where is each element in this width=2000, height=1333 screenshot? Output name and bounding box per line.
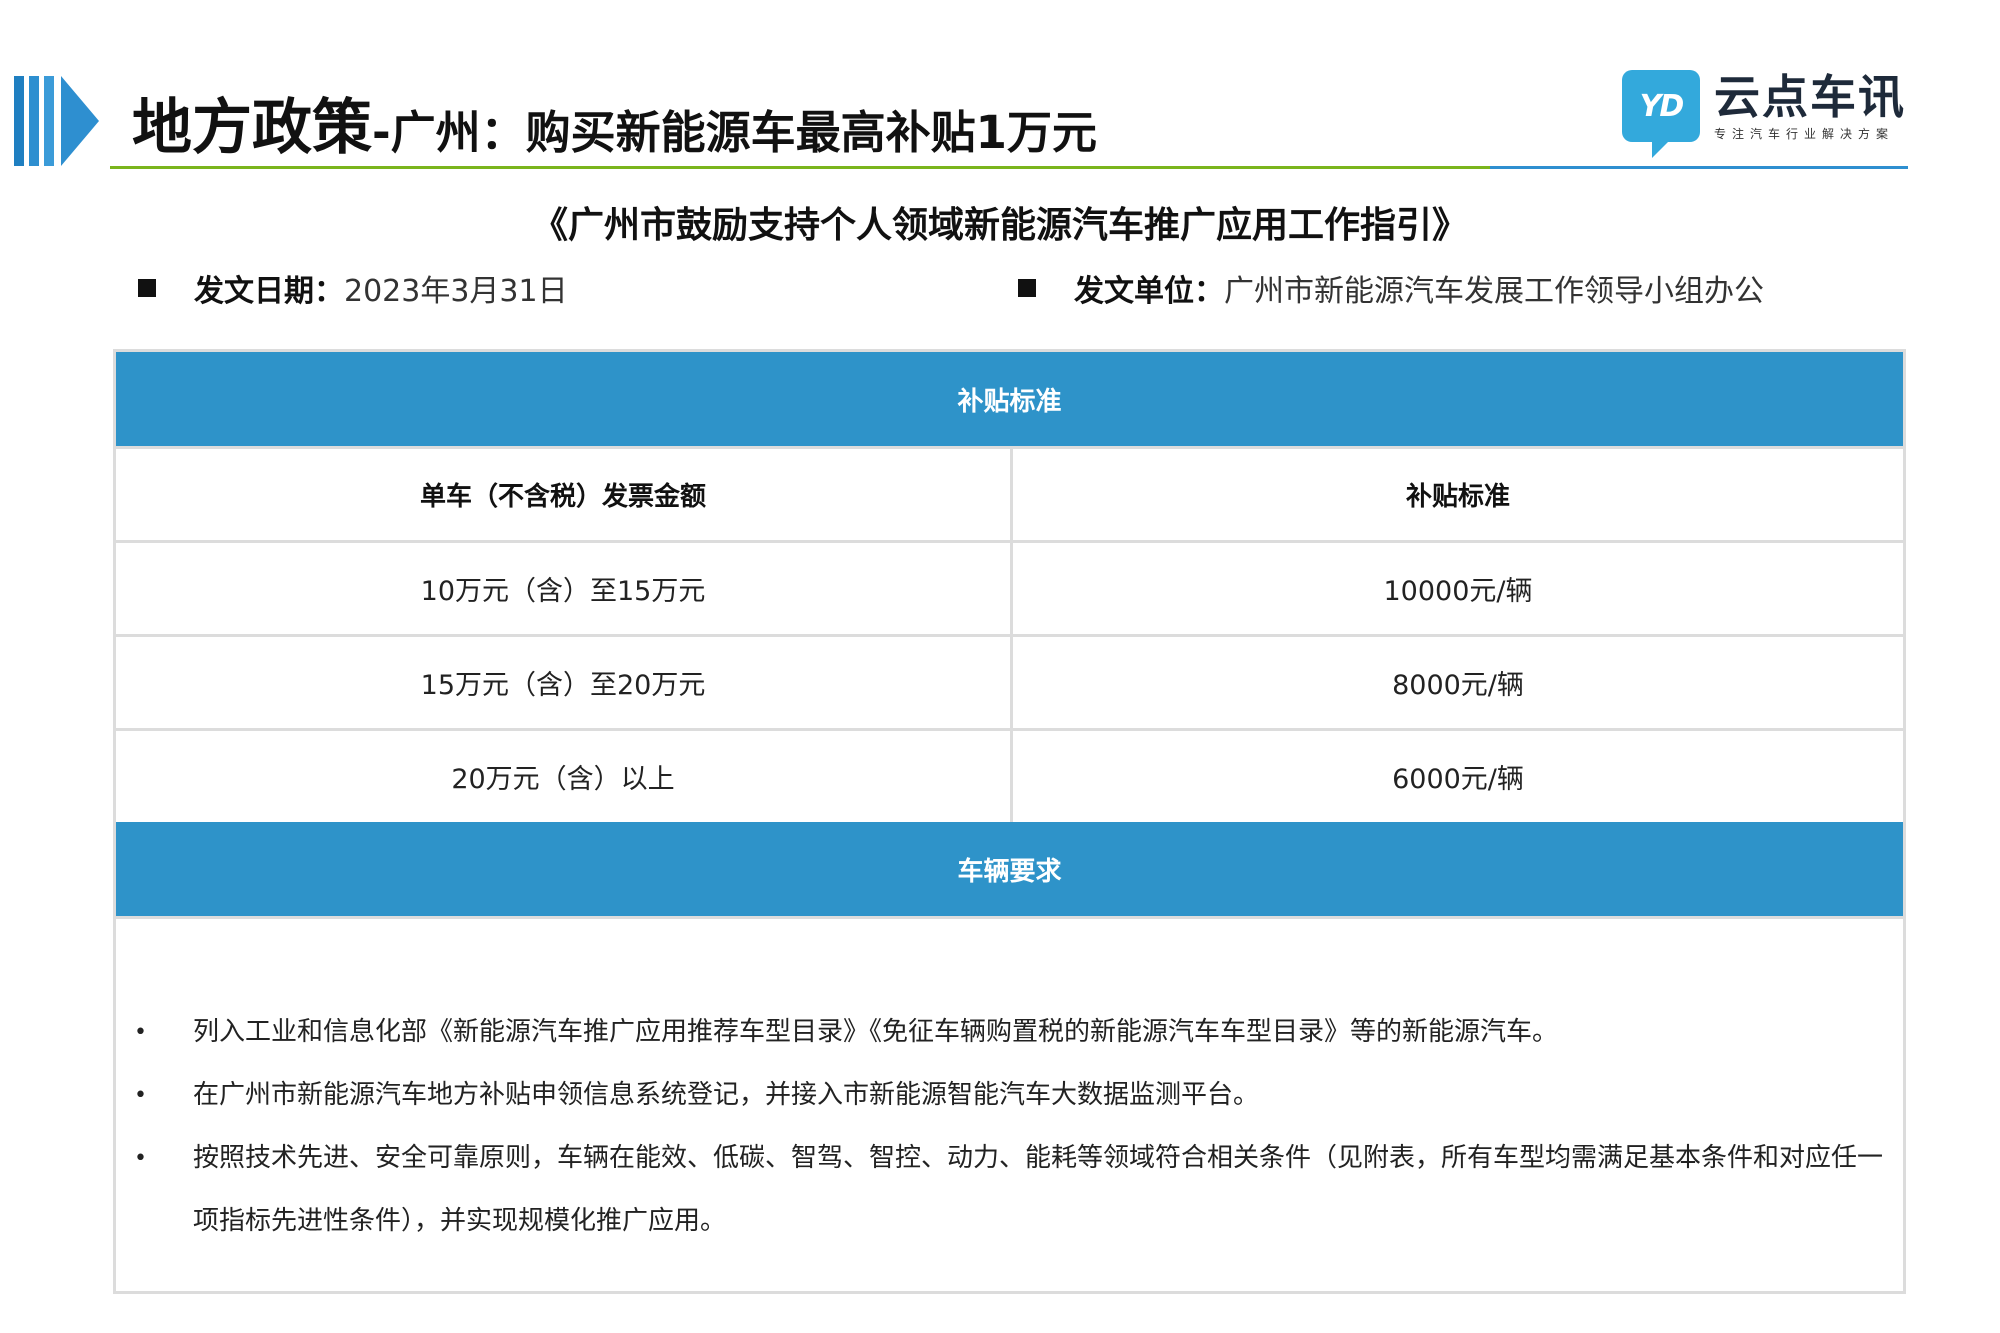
- issue-date-value: 2023年3月31日: [344, 274, 568, 309]
- document-title: 《广州市鼓励支持个人领域新能源汽车推广应用工作指引》: [531, 205, 1468, 246]
- policy-table: 补贴标准 单车（不含税）发票金额 补贴标准 10万元（含）至15万元 10000…: [113, 349, 1906, 1294]
- logo-mark-icon: YD: [1622, 70, 1700, 158]
- issue-date: 发文日期： 2023年3月31日: [138, 266, 568, 310]
- subsidy-amount-cell: 8000元/辆: [1392, 670, 1524, 701]
- list-item: 列入工业和信息化部《新能源汽车推广应用推荐车型目录》《免征车辆购置税的新能源汽车…: [116, 1001, 1903, 1064]
- subsidy-section-header: 补贴标准: [116, 352, 1903, 446]
- table-row: 10万元（含）至15万元 10000元/辆: [116, 540, 1903, 634]
- price-range-cell: 15万元（含）至20万元: [116, 637, 1013, 728]
- list-item: 在广州市新能源汽车地方补贴申领信息系统登记，并接入市新能源智能汽车大数据监测平台…: [116, 1064, 1903, 1127]
- issuer-label: 发文单位：: [1074, 274, 1224, 309]
- table-row: 20万元（含）以上 6000元/辆: [116, 728, 1903, 822]
- price-range-cell: 20万元（含）以上: [116, 731, 1013, 822]
- subsidy-table-header: 单车（不含税）发票金额 补贴标准: [116, 446, 1903, 540]
- issuer-value: 广州市新能源汽车发展工作领导小组办公: [1224, 274, 1764, 309]
- logo-name: 云点车讯: [1714, 69, 1906, 124]
- page-title-main: 地方政策: [132, 93, 372, 163]
- issuer: 发文单位： 广州市新能源汽车发展工作领导小组办公: [1018, 266, 1764, 310]
- bullet-square-icon: [1018, 279, 1036, 297]
- decor-bar: [14, 76, 24, 166]
- brand-logo: YD 云点车讯 专注汽车行业解决方案: [1622, 69, 1906, 158]
- header-divider: [1490, 166, 1908, 169]
- logo-tagline: 专注汽车行业解决方案: [1714, 126, 1895, 141]
- header-divider: [110, 166, 1490, 169]
- page-title-sub: -广州：购买新能源车最高补贴1万元: [372, 106, 1097, 159]
- requirements-list: 列入工业和信息化部《新能源汽车推广应用推荐车型目录》《免征车辆购置税的新能源汽车…: [116, 1001, 1903, 1253]
- decor-bar: [44, 76, 54, 166]
- requirements-body: 列入工业和信息化部《新能源汽车推广应用推荐车型目录》《免征车辆购置税的新能源汽车…: [116, 916, 1903, 1291]
- bullet-square-icon: [138, 279, 156, 297]
- requirements-section-header: 车辆要求: [116, 822, 1903, 916]
- subsidy-amount-cell: 10000元/辆: [1383, 576, 1533, 607]
- issue-date-label: 发文日期：: [194, 274, 344, 309]
- decor-arrow-icon: [61, 76, 99, 166]
- list-item: 按照技术先进、安全可靠原则，车辆在能效、低碳、智驾、智控、动力、能耗等领域符合相…: [116, 1127, 1903, 1253]
- price-range-cell: 10万元（含）至15万元: [116, 543, 1013, 634]
- subsidy-amount-cell: 6000元/辆: [1392, 764, 1524, 795]
- header-decoration: [14, 76, 99, 166]
- column-header-invoice-amount: 单车（不含税）发票金额: [116, 449, 1013, 540]
- table-row: 15万元（含）至20万元 8000元/辆: [116, 634, 1903, 728]
- decor-bar: [29, 76, 39, 166]
- logo-mark-text: YD: [1639, 88, 1685, 124]
- column-header-subsidy: 补贴标准: [1405, 482, 1510, 512]
